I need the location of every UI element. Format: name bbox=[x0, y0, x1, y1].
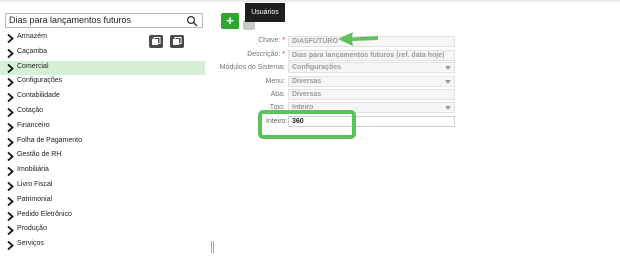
chevron-right-icon[interactable] bbox=[7, 107, 14, 117]
descricao-label: Descrição: * bbox=[247, 51, 285, 58]
descricao-field[interactable]: Dias para lançamentos futuros (ref. data… bbox=[288, 50, 455, 61]
tree-item[interactable]: Serviços bbox=[0, 238, 205, 253]
tree-item[interactable]: Gestão de RH bbox=[0, 149, 205, 164]
tree-item[interactable]: Caçamba bbox=[0, 46, 205, 61]
menu-value: Diversas bbox=[292, 78, 322, 85]
tree-item[interactable]: Comercial bbox=[0, 60, 205, 76]
chave-value: DIASFUTURO bbox=[292, 38, 338, 45]
chevron-right-icon[interactable] bbox=[7, 48, 14, 58]
search-box[interactable]: Dias para lançamentos futuros bbox=[5, 13, 203, 28]
chevron-right-icon[interactable] bbox=[7, 34, 14, 43]
tree-item[interactable]: Financeiro bbox=[0, 120, 205, 135]
tree-item[interactable]: Contabilidade bbox=[0, 90, 205, 105]
tree-item[interactable]: Produção bbox=[0, 223, 205, 238]
top-divider bbox=[0, 0, 620, 2]
chevron-down-icon bbox=[445, 80, 451, 84]
duplicate-icon bbox=[173, 37, 182, 45]
menu-label: Menu: bbox=[265, 78, 285, 85]
highlight-box bbox=[258, 110, 356, 139]
tree-item-label: Caçamba bbox=[17, 47, 47, 55]
aba-field[interactable]: Diversas bbox=[288, 89, 455, 100]
tree-item-label: Financeiro bbox=[17, 121, 50, 129]
chevron-right-icon[interactable] bbox=[7, 137, 14, 147]
chevron-right-icon[interactable] bbox=[7, 93, 14, 103]
tree-item[interactable]: Cotação bbox=[0, 105, 205, 120]
tree-item-label: Comercial bbox=[17, 62, 49, 70]
search-icon[interactable] bbox=[186, 15, 198, 27]
chevron-down-icon bbox=[445, 66, 451, 70]
tree-item-label: Produção bbox=[17, 225, 47, 233]
modulos-select[interactable]: Configurações bbox=[288, 62, 455, 73]
chave-label: Chave: * bbox=[258, 37, 285, 44]
tree-item[interactable]: Pedido Eletrônico bbox=[0, 209, 205, 224]
module-tree: Armazém Caçamba Comercial Configurações Cont… bbox=[0, 31, 205, 253]
chevron-down-icon bbox=[445, 106, 451, 110]
modulos-label: Módulos do Sistema: bbox=[219, 64, 285, 71]
chevron-right-icon[interactable] bbox=[7, 241, 14, 251]
descricao-value: Dias para lançamentos futuros (ref. data… bbox=[292, 52, 445, 59]
tree-item-label: Serviços bbox=[17, 240, 44, 248]
chevron-right-icon[interactable] bbox=[7, 167, 14, 177]
chevron-right-icon[interactable] bbox=[7, 152, 14, 162]
tree-item-label: Configurações bbox=[17, 77, 63, 85]
tree-item-label: Patrimonial bbox=[17, 195, 53, 203]
tree-item[interactable]: Livro Fiscal bbox=[0, 179, 205, 194]
tree-item[interactable]: Configurações bbox=[0, 75, 205, 90]
tree-item[interactable]: Folha de Pagamento bbox=[0, 135, 205, 150]
chevron-right-icon[interactable] bbox=[7, 196, 14, 206]
chevron-right-icon[interactable] bbox=[7, 181, 14, 191]
tree-item-label: Livro Fiscal bbox=[17, 180, 53, 188]
menu-select[interactable]: Diversas bbox=[288, 76, 455, 87]
tree-item-label: Pedido Eletrônico bbox=[17, 210, 72, 218]
copy-button[interactable] bbox=[149, 35, 163, 48]
tree-item-label: Cotação bbox=[17, 106, 44, 114]
search-input[interactable]: Dias para lançamentos futuros bbox=[9, 15, 131, 25]
tree-item-label: Folha de Pagamento bbox=[17, 136, 82, 144]
duplicate-button[interactable] bbox=[170, 35, 184, 48]
tree-item-label: Gestão de RH bbox=[17, 151, 62, 159]
tree-item[interactable]: Imobiliária bbox=[0, 164, 205, 179]
modulos-value: Configurações bbox=[292, 64, 342, 71]
tooltip: Usuários bbox=[245, 3, 285, 22]
aba-label: Aba: bbox=[270, 91, 285, 98]
chevron-right-icon[interactable] bbox=[7, 122, 14, 132]
chevron-right-icon[interactable] bbox=[7, 63, 14, 73]
copy-icon bbox=[152, 37, 161, 45]
tree-item-label: Contabilidade bbox=[17, 92, 60, 100]
aba-value: Diversas bbox=[292, 91, 322, 98]
arrow-left-icon bbox=[338, 32, 378, 46]
chevron-right-icon[interactable] bbox=[7, 78, 14, 88]
tree-item[interactable]: Patrimonial bbox=[0, 194, 205, 209]
add-button[interactable]: + bbox=[221, 13, 239, 29]
tree-item-label: Armazém bbox=[17, 33, 47, 40]
tree-item-label: Imobiliária bbox=[17, 166, 49, 174]
chevron-right-icon[interactable] bbox=[7, 226, 14, 236]
chevron-right-icon[interactable] bbox=[7, 211, 14, 221]
panel-splitter[interactable] bbox=[211, 241, 214, 253]
